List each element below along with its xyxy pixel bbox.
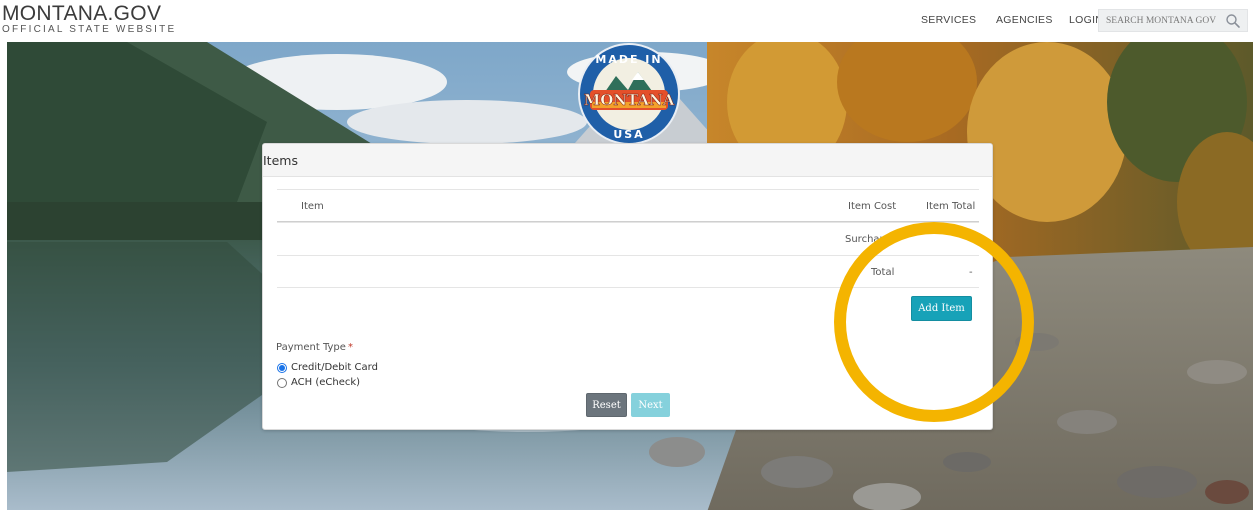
- surcharge-label: Surcharge: [845, 234, 896, 245]
- ach-label: ACH (eCheck): [291, 377, 361, 388]
- payment-section: Payment Type * Credit/Debit Card ACH (eCh…: [276, 144, 576, 429]
- column-header-item-total: Item Total: [926, 201, 976, 212]
- next-button[interactable]: Next: [631, 393, 670, 417]
- nav-services-link[interactable]: SERVICES: [921, 14, 976, 26]
- payment-option-credit[interactable]: Credit/Debit Card: [276, 362, 378, 373]
- payment-type-label: Payment Type *: [276, 342, 353, 353]
- nav-agencies-link[interactable]: AGENCIES: [996, 14, 1053, 26]
- ach-radio[interactable]: [277, 377, 287, 388]
- surcharge-value: -: [969, 234, 973, 245]
- brand-name: MONTANA.GOV: [2, 2, 162, 25]
- total-value: -: [969, 267, 973, 278]
- site-header: MONTANA.GOV OFFICIAL STATE WEBSITE SERVI…: [0, 0, 1253, 42]
- logo-montana-text: MONTANA: [584, 91, 675, 109]
- total-label: Total: [871, 267, 895, 278]
- add-item-button[interactable]: Add Item: [911, 296, 972, 321]
- brand-logo[interactable]: MONTANA.GOV OFFICIAL STATE WEBSITE: [2, 3, 176, 35]
- payment-type-label-text: Payment Type: [276, 342, 346, 353]
- made-in-montana-logo: MADE IN MONTANA USA: [578, 43, 680, 145]
- items-card: Items Item Item Cost Item Total Surcharg…: [262, 143, 993, 430]
- required-marker: *: [347, 342, 353, 353]
- search-icon[interactable]: [1225, 13, 1241, 29]
- credit-card-radio[interactable]: [277, 362, 287, 373]
- logo-made-in-text: MADE IN: [595, 53, 662, 66]
- brand-tagline: OFFICIAL STATE WEBSITE: [2, 24, 177, 35]
- column-header-item-cost: Item Cost: [848, 201, 897, 212]
- reset-button[interactable]: Reset: [586, 393, 627, 417]
- logo-usa-text: USA: [613, 128, 644, 141]
- credit-card-label: Credit/Debit Card: [291, 362, 378, 373]
- payment-option-ach[interactable]: ACH (eCheck): [276, 377, 360, 388]
- search-input[interactable]: [1099, 10, 1221, 31]
- search-box: [1098, 9, 1248, 32]
